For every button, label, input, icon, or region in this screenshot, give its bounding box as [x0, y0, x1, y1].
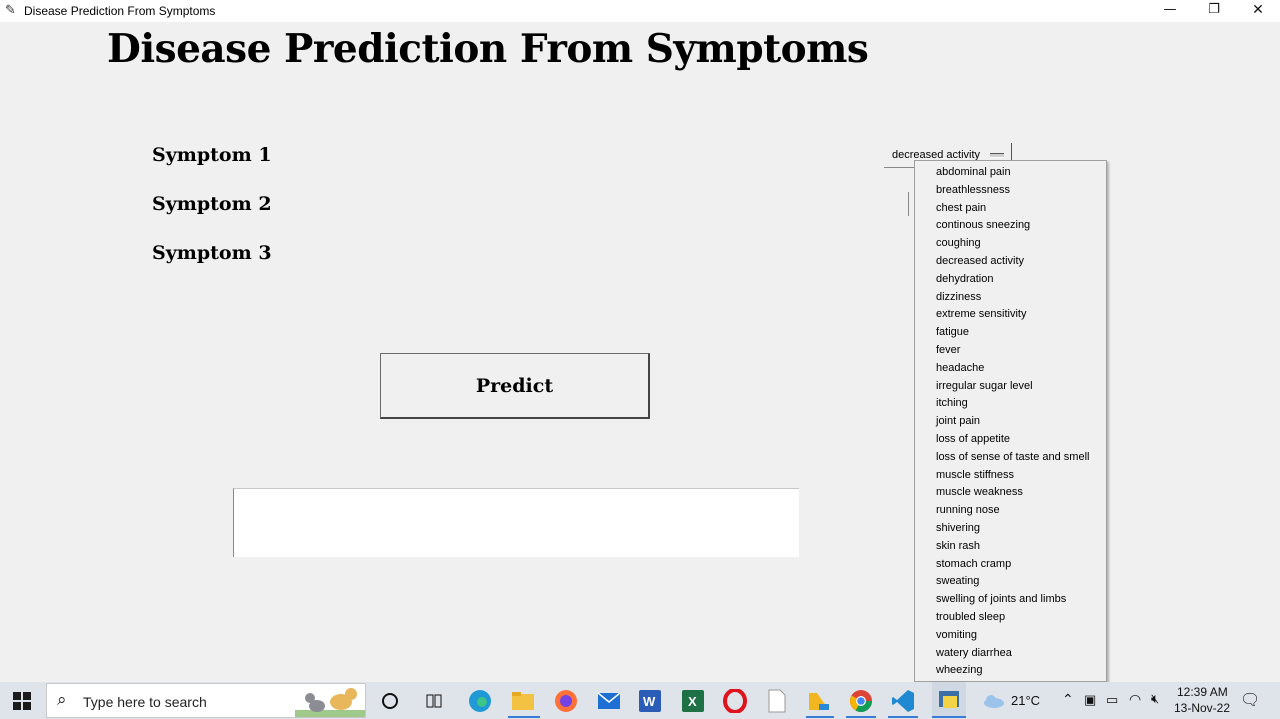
symptom-1-label: Symptom 1	[152, 144, 272, 166]
dropdown-option[interactable]: troubled sleep	[915, 609, 1106, 627]
dropdown-option[interactable]: dehydration	[915, 271, 1106, 289]
weather-cloud-icon[interactable]	[980, 688, 1006, 714]
windows-start-icon[interactable]	[13, 692, 31, 710]
feather-icon: ✎	[5, 3, 16, 18]
firefox-icon[interactable]	[553, 688, 579, 714]
dropdown-indicator-icon	[990, 153, 1004, 158]
dropdown-option[interactable]: fatigue	[915, 324, 1106, 342]
chrome-icon[interactable]	[848, 688, 874, 714]
dropdown-option[interactable]: continous sneezing	[915, 217, 1106, 235]
dropdown-items: abdominal pain breathlessness chest pain co…	[915, 161, 1106, 680]
window-titlebar: ✎ Disease Prediction From Symptoms — ❐ ✕	[0, 0, 1280, 22]
dropdown-option[interactable]: sweating	[915, 573, 1106, 591]
file-explorer-active-indicator	[508, 716, 540, 718]
files-icon[interactable]	[806, 688, 832, 714]
vscode-icon[interactable]	[890, 688, 916, 714]
dropdown-option[interactable]: decreased activity	[915, 253, 1106, 271]
page-heading: Disease Prediction From Symptoms	[107, 26, 869, 72]
dropdown-option[interactable]: muscle weakness	[915, 484, 1106, 502]
python-active-indicator	[932, 716, 966, 718]
dropdown-option[interactable]: vomiting	[915, 627, 1106, 645]
close-button[interactable]: ✕	[1236, 0, 1280, 22]
word-icon[interactable]: W	[637, 688, 663, 714]
symptom-dropdown-list: abdominal pain breathlessness chest pain co…	[914, 160, 1107, 682]
dropdown-option[interactable]: coughing	[915, 235, 1106, 253]
dropdown-option[interactable]: stomach cramp	[915, 556, 1106, 574]
chrome-active-indicator	[846, 716, 876, 718]
dropdown-option[interactable]: wheezing	[915, 662, 1106, 680]
taskbar-search[interactable]: ⌕ Type here to search	[46, 683, 366, 718]
search-highlight-art-icon	[295, 688, 365, 717]
dropdown-option[interactable]: running nose	[915, 502, 1106, 520]
battery-icon[interactable]: ▭	[1106, 692, 1118, 708]
weather-temp[interactable]: 21°C	[1011, 693, 1040, 708]
predict-button[interactable]: Predict	[380, 353, 650, 419]
meet-now-icon[interactable]: ▣	[1084, 692, 1096, 708]
file-explorer-icon[interactable]	[510, 688, 536, 714]
vscode-active-indicator	[888, 716, 918, 718]
minimize-button[interactable]: —	[1148, 0, 1192, 22]
dropdown-option[interactable]: fever	[915, 342, 1106, 360]
dropdown-option[interactable]: headache	[915, 360, 1106, 378]
symptom-2-label: Symptom 2	[152, 193, 272, 215]
taskbar: ⌕ Type here to search W X 21°C ⌃ ▣ ▭ ◠ 🔇…	[0, 682, 1280, 719]
notification-icon[interactable]: 🗨︎	[1240, 690, 1260, 710]
cortana-icon[interactable]	[377, 688, 403, 714]
dropdown-option[interactable]: swelling of joints and limbs	[915, 591, 1106, 609]
dropdown-option[interactable]: breathlessness	[915, 182, 1106, 200]
dropdown-option[interactable]: loss of sense of taste and smell	[915, 449, 1106, 467]
wifi-icon[interactable]: ◠	[1129, 691, 1141, 708]
dropdown-option[interactable]: loss of appetite	[915, 431, 1106, 449]
excel-icon[interactable]: X	[680, 688, 706, 714]
dropdown-option[interactable]: joint pain	[915, 413, 1106, 431]
maximize-button[interactable]: ❐	[1192, 0, 1236, 22]
svg-text:W: W	[643, 694, 656, 709]
svg-text:X: X	[688, 694, 697, 709]
speaker-muted-icon[interactable]: 🔇︎	[1151, 691, 1159, 707]
opera-icon[interactable]	[722, 688, 748, 714]
clock-date[interactable]: 13-Nov-22	[1174, 701, 1230, 715]
dropdown-option[interactable]: skin rash	[915, 538, 1106, 556]
result-box	[233, 488, 799, 557]
clock-time[interactable]: 12:39 AM	[1177, 685, 1228, 699]
edge-icon[interactable]	[467, 688, 493, 714]
task-view-icon[interactable]	[421, 688, 447, 714]
search-icon: ⌕	[57, 690, 67, 710]
dropdown-option[interactable]: shivering	[915, 520, 1106, 538]
mail-icon[interactable]	[596, 688, 622, 714]
window-title: Disease Prediction From Symptoms	[24, 4, 216, 18]
search-placeholder: Type here to search	[83, 694, 207, 710]
dropdown-option[interactable]: watery diarrhea	[915, 645, 1106, 663]
dropdown-option[interactable]: chest pain	[915, 200, 1106, 218]
chevron-up-icon[interactable]: ⌃	[1062, 691, 1074, 708]
dropdown-option[interactable]: muscle stiffness	[915, 467, 1106, 485]
dropdown-option[interactable]: extreme sensitivity	[915, 306, 1106, 324]
python-icon[interactable]	[932, 682, 966, 718]
dropdown-option[interactable]: itching	[915, 395, 1106, 413]
dropdown-option[interactable]: irregular sugar level	[915, 378, 1106, 396]
dropdown-option[interactable]: abdominal pain	[915, 164, 1106, 182]
files-active-indicator	[806, 716, 834, 718]
dropdown-option[interactable]: dizziness	[915, 289, 1106, 307]
notepad-icon[interactable]	[764, 688, 790, 714]
symptom-3-label: Symptom 3	[152, 242, 272, 264]
